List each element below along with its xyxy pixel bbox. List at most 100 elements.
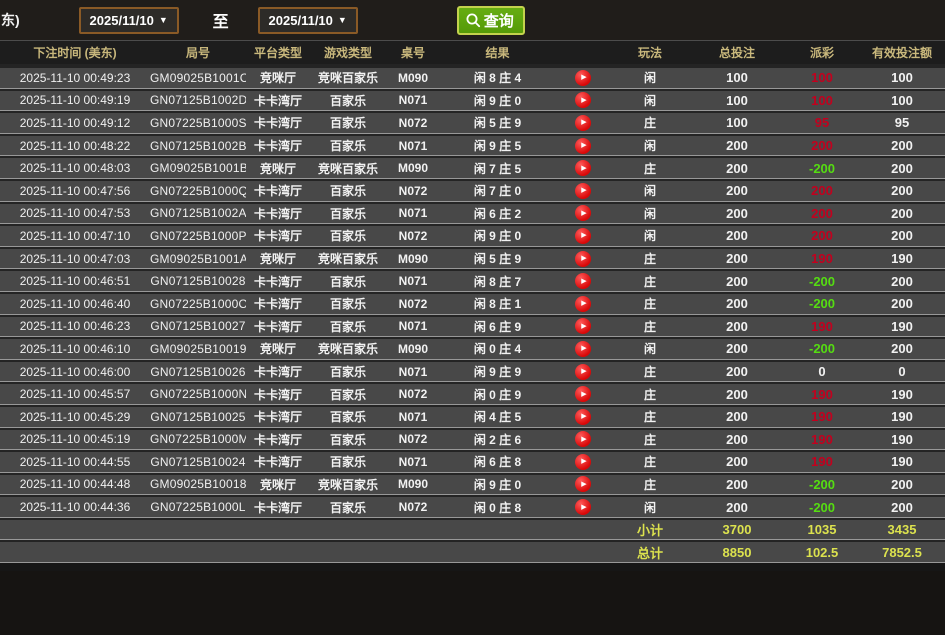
cell-replay: ▶ [555,156,611,179]
cell-platform: 卡卡湾厅 [246,360,310,383]
table-row: 2025-11-10 00:48:03 GM09025B1001B 竞咪厅 竞咪… [0,156,945,179]
cell-game-id: GN07225B1000L [150,495,246,518]
replay-play-icon[interactable]: ▶ [575,183,591,199]
replay-play-icon[interactable]: ▶ [575,92,591,108]
replay-play-icon[interactable]: ▶ [575,115,591,131]
cell-replay: ▶ [555,360,611,383]
cell-valid-bet: 200 [859,473,945,496]
table-body: 2025-11-10 00:49:23 GM09025B1001C 竞咪厅 竞咪… [0,66,945,518]
replay-play-icon[interactable]: ▶ [575,499,591,515]
cell-valid-bet: 190 [859,315,945,338]
cell-game-type: 百家乐 [310,269,386,292]
cell-play-type: 闲 [611,66,689,89]
replay-play-icon[interactable]: ▶ [575,318,591,334]
cell-replay: ▶ [555,450,611,473]
cell-platform: 卡卡湾厅 [246,405,310,428]
cell-table-no: N071 [386,134,440,157]
cell-game-id: GN07125B1002A [150,202,246,225]
table-row: 2025-11-10 00:47:56 GN07225B1000Q 卡卡湾厅 百… [0,179,945,202]
cell-play-type: 庄 [611,315,689,338]
cell-payout: 190 [785,247,859,270]
cell-game-id: GN07125B1002B [150,134,246,157]
replay-play-icon[interactable]: ▶ [575,205,591,221]
cell-game-id: GN07225B1000Q [150,179,246,202]
cell-replay: ▶ [555,179,611,202]
cell-game-id: GM09025B1001A [150,247,246,270]
cell-total-bet: 200 [689,495,785,518]
replay-play-icon[interactable]: ▶ [575,476,591,492]
table-row: 2025-11-10 00:44:36 GN07225B1000L 卡卡湾厅 百… [0,495,945,518]
cell-replay: ▶ [555,111,611,134]
replay-play-icon[interactable]: ▶ [575,160,591,176]
cell-replay: ▶ [555,405,611,428]
cell-platform: 卡卡湾厅 [246,428,310,451]
cell-valid-bet: 200 [859,179,945,202]
bottom-strip [0,563,945,571]
filter-toolbar: 东) 2025/11/10 ▼ 至 2025/11/10 ▼ 查询 [0,0,945,41]
cell-valid-bet: 200 [859,292,945,315]
cell-result: 闲 0 庄 4 [440,337,555,360]
cell-payout: -200 [785,473,859,496]
cell-payout: 190 [785,405,859,428]
partial-label-east: 东) [1,10,20,30]
cell-game-type: 百家乐 [310,405,386,428]
cell-play-type: 庄 [611,473,689,496]
cell-replay: ▶ [555,473,611,496]
cell-bet-time: 2025-11-10 00:49:23 [0,66,150,89]
replay-play-icon[interactable]: ▶ [575,273,591,289]
cell-replay: ▶ [555,66,611,89]
cell-payout: -200 [785,156,859,179]
cell-result: 闲 9 庄 0 [440,89,555,112]
total-payout: 102.5 [785,540,859,563]
table-row: 2025-11-10 00:45:57 GN07225B1000N 卡卡湾厅 百… [0,382,945,405]
cell-bet-time: 2025-11-10 00:46:40 [0,292,150,315]
table-row: 2025-11-10 00:46:40 GN07225B1000O 卡卡湾厅 百… [0,292,945,315]
header-total-bet: 总投注 [689,41,785,66]
replay-play-icon[interactable]: ▶ [575,296,591,312]
cell-valid-bet: 200 [859,495,945,518]
replay-play-icon[interactable]: ▶ [575,454,591,470]
cell-platform: 竞咪厅 [246,473,310,496]
cell-result: 闲 8 庄 1 [440,292,555,315]
replay-play-icon[interactable]: ▶ [575,251,591,267]
cell-bet-time: 2025-11-10 00:45:57 [0,382,150,405]
cell-result: 闲 5 庄 9 [440,247,555,270]
cell-valid-bet: 190 [859,247,945,270]
cell-game-type: 百家乐 [310,134,386,157]
cell-total-bet: 200 [689,405,785,428]
cell-total-bet: 200 [689,382,785,405]
replay-play-icon[interactable]: ▶ [575,409,591,425]
cell-game-id: GN07225B1000S [150,111,246,134]
cell-total-bet: 200 [689,134,785,157]
total-valid-bet: 7852.5 [859,540,945,563]
table-row: 2025-11-10 00:49:23 GM09025B1001C 竞咪厅 竞咪… [0,66,945,89]
cell-result: 闲 6 庄 8 [440,450,555,473]
cell-payout: -200 [785,495,859,518]
replay-play-icon[interactable]: ▶ [575,386,591,402]
replay-play-icon[interactable]: ▶ [575,364,591,380]
table-row: 2025-11-10 00:47:10 GN07225B1000P 卡卡湾厅 百… [0,224,945,247]
replay-play-icon[interactable]: ▶ [575,70,591,86]
header-play-type: 玩法 [611,41,689,66]
cell-table-no: N071 [386,89,440,112]
cell-play-type: 庄 [611,156,689,179]
date-to-select[interactable]: 2025/11/10 ▼ [258,7,358,34]
replay-play-icon[interactable]: ▶ [575,228,591,244]
cell-platform: 卡卡湾厅 [246,179,310,202]
replay-play-icon[interactable]: ▶ [575,431,591,447]
cell-valid-bet: 190 [859,428,945,451]
query-button[interactable]: 查询 [457,6,525,35]
cell-result: 闲 0 庄 9 [440,382,555,405]
replay-play-icon[interactable]: ▶ [575,341,591,357]
cell-game-id: GN07125B10026 [150,360,246,383]
subtotal-total-bet: 3700 [689,518,785,541]
replay-play-icon[interactable]: ▶ [575,138,591,154]
cell-bet-time: 2025-11-10 00:45:29 [0,405,150,428]
total-spacer [0,540,611,563]
cell-table-no: N071 [386,202,440,225]
cell-table-no: M090 [386,247,440,270]
cell-table-no: N072 [386,495,440,518]
cell-bet-time: 2025-11-10 00:44:48 [0,473,150,496]
table-row: 2025-11-10 00:46:10 GM09025B10019 竞咪厅 竞咪… [0,337,945,360]
date-from-select[interactable]: 2025/11/10 ▼ [79,7,179,34]
